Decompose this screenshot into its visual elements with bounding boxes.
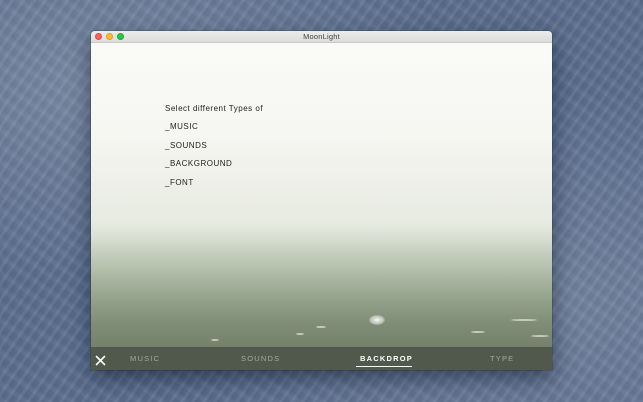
sea-wave [296, 333, 304, 335]
tab-backdrop[interactable]: BACKDROP [360, 354, 413, 363]
fog-layer [91, 188, 552, 248]
sea-wave [471, 331, 485, 333]
option-sounds: _SOUNDS [165, 141, 208, 150]
tab-sounds[interactable]: SOUNDS [241, 354, 280, 363]
intro-text: Select different Types of [165, 104, 264, 113]
sea-wave [531, 335, 549, 337]
option-music: _MUSIC [165, 122, 199, 131]
sea-foam [369, 315, 385, 325]
option-background: _BACKGROUND [165, 159, 233, 168]
sea-wave [316, 326, 326, 328]
tab-bar: MUSIC SOUNDS BACKDROP TYPE [91, 347, 552, 370]
tab-music[interactable]: MUSIC [130, 354, 160, 363]
close-icon-graphic [95, 355, 106, 366]
close-icon[interactable] [95, 353, 106, 366]
option-font: _FONT [165, 178, 194, 187]
tab-type[interactable]: TYPE [490, 354, 514, 363]
sea-wave [211, 339, 219, 341]
active-tab-indicator [356, 366, 412, 367]
window-title: MoonLight [303, 32, 340, 41]
sea-wave [511, 319, 537, 321]
app-window: MoonLight Select different Types of _MUS… [91, 31, 552, 370]
title-bar: MoonLight [91, 31, 552, 43]
backdrop-view: Select different Types of _MUSIC _SOUNDS… [91, 43, 552, 347]
